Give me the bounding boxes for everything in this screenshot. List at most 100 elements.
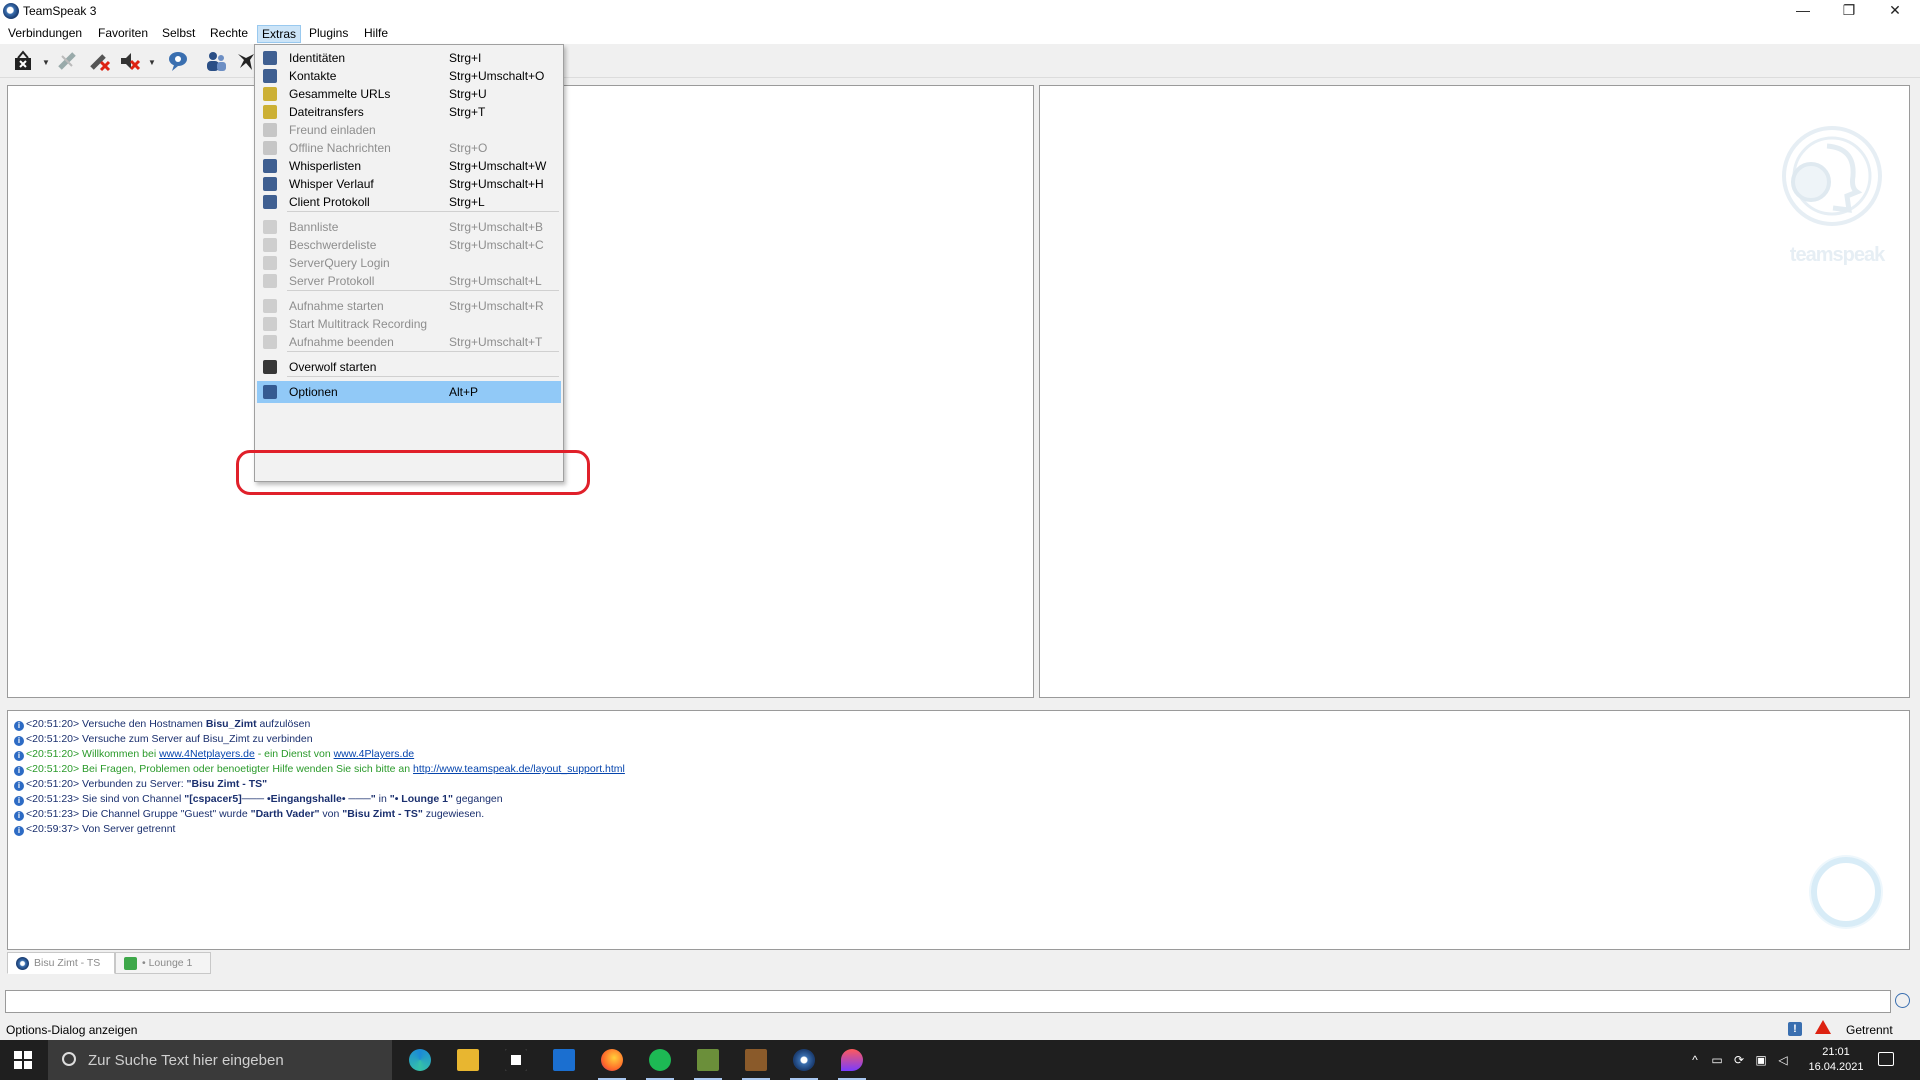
teamspeak-logo-text: teamspeak bbox=[1789, 244, 1885, 266]
restore-button[interactable]: ❐ bbox=[1826, 0, 1872, 22]
search-icon bbox=[62, 1052, 76, 1066]
chevron-up-icon[interactable]: ^ bbox=[1688, 1053, 1702, 1067]
log-text: Willkommen bei bbox=[79, 748, 160, 760]
spotify-taskbar-button[interactable] bbox=[636, 1040, 684, 1080]
log-line: i <20:51:20> Versuche zum Server auf Bisu… bbox=[14, 732, 313, 747]
menu-item-label: Client Protokoll bbox=[289, 195, 370, 209]
file-explorer-taskbar-button[interactable] bbox=[444, 1040, 492, 1080]
minecraft-launcher-icon bbox=[745, 1049, 767, 1071]
away-icon[interactable] bbox=[166, 50, 190, 72]
log-line: i <20:59:37> Von Server getrennt bbox=[14, 822, 175, 837]
server-icon bbox=[16, 957, 29, 970]
clock-time: 21:01 bbox=[1822, 1046, 1850, 1058]
edge-taskbar-button[interactable] bbox=[396, 1040, 444, 1080]
menu-item-optionen[interactable]: Optionen Alt+P bbox=[257, 381, 561, 403]
mail-taskbar-button[interactable] bbox=[540, 1040, 588, 1080]
mute-microphone-icon[interactable] bbox=[88, 50, 112, 72]
log-highlight: "Darth Vader" bbox=[250, 808, 320, 820]
menu-bar: Verbindungen Favoriten Selbst Rechte Ext… bbox=[0, 22, 1920, 44]
minecraft-taskbar-button[interactable] bbox=[684, 1040, 732, 1080]
log-timestamp: <20:51:20> bbox=[26, 778, 80, 790]
menu-item-label: Overwolf starten bbox=[289, 360, 377, 374]
minecraft-launcher-taskbar-button[interactable] bbox=[732, 1040, 780, 1080]
windows-taskbar: Zur Suche Text hier eingeben ^ ▭ ⟳ ▣ ◁ 2… bbox=[0, 1040, 1920, 1080]
log-timestamp: <20:51:23> bbox=[26, 808, 80, 820]
connect-dropdown-arrow[interactable]: ▼ bbox=[42, 58, 50, 67]
menu-item-aufnahme-beenden[interactable]: Aufnahme beenden Strg+Umschalt+T bbox=[257, 331, 561, 353]
mail-icon bbox=[553, 1049, 575, 1071]
taskbar-search-box[interactable]: Zur Suche Text hier eingeben bbox=[48, 1040, 392, 1080]
menu-hilfe[interactable]: Hilfe bbox=[360, 25, 392, 43]
disconnect-icon[interactable] bbox=[56, 50, 80, 72]
status-bar: Options-Dialog anzeigen ! Getrennt bbox=[0, 1018, 1920, 1040]
info-icon: i bbox=[14, 826, 24, 836]
minimize-button[interactable]: — bbox=[1780, 0, 1826, 22]
chat-input[interactable] bbox=[5, 990, 1891, 1013]
connect-icon[interactable] bbox=[12, 50, 36, 72]
update-icon[interactable]: ⟳ bbox=[1732, 1053, 1746, 1067]
menu-item-icon bbox=[263, 123, 277, 137]
log-text: gegangen bbox=[452, 793, 503, 805]
extras-menu-dropdown: Identitäten Strg+I Kontakte Strg+Umschalt+O… bbox=[254, 44, 564, 482]
close-button[interactable]: ✕ bbox=[1872, 0, 1918, 22]
tab-channel[interactable]: • Lounge 1 bbox=[115, 952, 211, 974]
firefox-taskbar-button[interactable] bbox=[588, 1040, 636, 1080]
tab-server-label: Bisu Zimt - TS bbox=[34, 957, 101, 969]
info-icon: i bbox=[14, 751, 24, 761]
teamspeak-icon bbox=[793, 1049, 815, 1071]
tab-server[interactable]: Bisu Zimt - TS bbox=[7, 952, 115, 974]
menu-item-server-protokoll[interactable]: Server Protokoll Strg+Umschalt+L bbox=[257, 270, 561, 292]
warning-icon[interactable] bbox=[1815, 1020, 1831, 1034]
server-log-panel[interactable]: i <20:51:20> Versuche den Hostnamen Bisu_… bbox=[7, 710, 1910, 950]
log-link[interactable]: www.4Players.de bbox=[334, 748, 415, 760]
network-icon[interactable]: ▣ bbox=[1754, 1053, 1768, 1067]
store-taskbar-button[interactable] bbox=[492, 1040, 540, 1080]
log-text: aufzulösen bbox=[256, 718, 311, 730]
clock[interactable]: 21:01 16.04.2021 bbox=[1806, 1045, 1866, 1075]
log-timestamp: <20:59:37> bbox=[26, 823, 80, 835]
emoji-icon[interactable] bbox=[1895, 993, 1910, 1008]
edge-icon bbox=[409, 1049, 431, 1071]
log-text: von bbox=[319, 808, 343, 820]
volume-icon[interactable]: ◁ bbox=[1776, 1053, 1790, 1067]
log-link[interactable]: www.4Netplayers.de bbox=[159, 748, 255, 760]
menu-item-label: Optionen bbox=[289, 385, 338, 399]
battery-icon[interactable]: ▭ bbox=[1710, 1053, 1724, 1067]
teamspeak-taskbar-button[interactable] bbox=[780, 1040, 828, 1080]
teamspeak-window: TeamSpeak 3 — ❐ ✕ Verbindungen Favoriten… bbox=[0, 0, 1920, 1040]
notification-center-icon[interactable] bbox=[1878, 1052, 1894, 1066]
paint-taskbar-button[interactable] bbox=[828, 1040, 876, 1080]
menu-item-overwolf-starten[interactable]: Overwolf starten bbox=[257, 356, 561, 378]
menu-item-client-protokoll[interactable]: Client Protokoll Strg+L bbox=[257, 191, 561, 213]
menu-selbst[interactable]: Selbst bbox=[158, 25, 199, 43]
news-icon[interactable]: ! bbox=[1788, 1022, 1802, 1036]
title-bar: TeamSpeak 3 — ❐ ✕ bbox=[0, 0, 1920, 22]
log-text: - ein Dienst von bbox=[254, 748, 334, 760]
menu-item-icon bbox=[263, 220, 277, 234]
log-text: Von Server getrennt bbox=[79, 823, 176, 835]
menu-verbindungen[interactable]: Verbindungen bbox=[4, 25, 86, 43]
menu-item-icon bbox=[263, 385, 277, 399]
log-line: i <20:51:23> Die Channel Gruppe "Guest" w… bbox=[14, 807, 484, 822]
log-highlight: Bisu_Zimt bbox=[205, 718, 257, 730]
speakers-dropdown-arrow[interactable]: ▼ bbox=[148, 58, 156, 67]
menu-item-icon bbox=[263, 238, 277, 252]
log-line: i <20:51:20> Bei Fragen, Problemen oder b… bbox=[14, 762, 625, 777]
log-highlight: "• Lounge 1" bbox=[389, 793, 453, 805]
menu-rechte[interactable]: Rechte bbox=[206, 25, 252, 43]
log-highlight: "Bisu Zimt - TS" bbox=[186, 778, 268, 790]
info-panel[interactable]: teamspeak bbox=[1039, 85, 1910, 698]
windows-start-icon[interactable] bbox=[14, 1051, 32, 1069]
menu-favoriten[interactable]: Favoriten bbox=[94, 25, 152, 43]
menu-extras[interactable]: Extras bbox=[257, 25, 302, 43]
log-text: Bei Fragen, Problemen oder benoetigter H… bbox=[79, 763, 414, 775]
menu-plugins[interactable]: Plugins bbox=[305, 25, 352, 43]
file-explorer-icon bbox=[457, 1049, 479, 1071]
menu-item-icon bbox=[263, 360, 277, 374]
firefox-icon bbox=[601, 1049, 623, 1071]
channel-icon bbox=[124, 957, 137, 970]
menu-item-icon bbox=[263, 256, 277, 270]
log-link[interactable]: http://www.teamspeak.de/layout_support.h… bbox=[413, 763, 625, 775]
mute-speakers-icon[interactable] bbox=[118, 50, 142, 72]
contacts-icon[interactable] bbox=[204, 50, 228, 72]
